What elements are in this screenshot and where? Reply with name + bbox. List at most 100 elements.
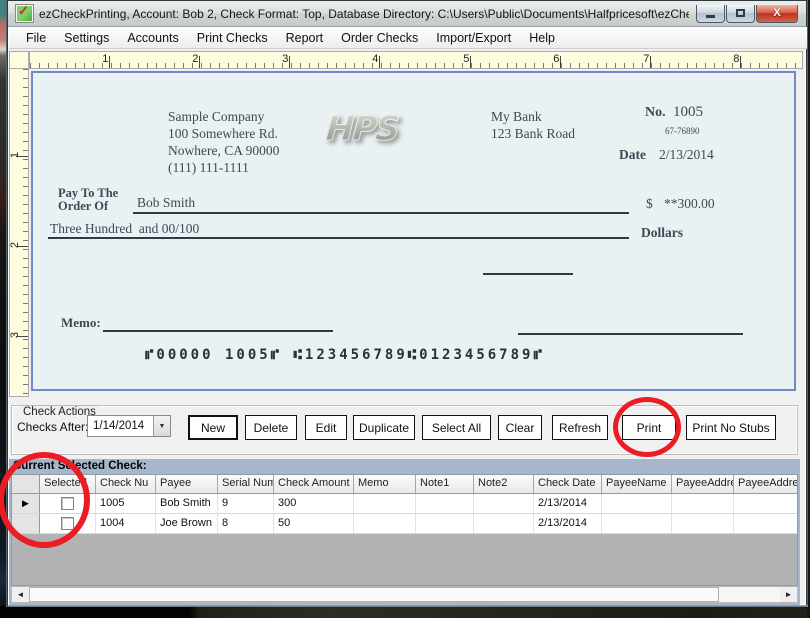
ruler-mark: 6 <box>553 53 559 65</box>
menu-file[interactable]: File <box>17 29 55 47</box>
dollar-sign: $ <box>646 196 653 212</box>
col-serial-num[interactable]: Serial Num <box>218 475 274 493</box>
amount-words: Three Hundred and 00/100 <box>50 221 199 237</box>
menu-help[interactable]: Help <box>520 29 564 47</box>
cell-memo[interactable] <box>354 494 416 514</box>
horizontal-scrollbar[interactable]: ◄ ► <box>11 586 798 603</box>
cell-check-date[interactable]: 2/13/2014 <box>534 514 602 534</box>
cell-check-number[interactable]: 1004 <box>96 514 156 534</box>
table-row[interactable]: 1004 Joe Brown 8 50 2/13/2014 <box>12 514 797 534</box>
annotation-circle-print <box>613 397 681 457</box>
select-all-button[interactable]: Select All <box>422 415 491 440</box>
vertical-ruler: 1 2 3 <box>9 69 29 397</box>
checks-grid: Selected Check Nu Payee Serial Num Check… <box>11 474 798 586</box>
ruler-mark: 3 <box>282 53 288 65</box>
cell-serial[interactable]: 8 <box>218 514 274 534</box>
company-name: Sample Company <box>168 108 279 125</box>
close-button[interactable]: X <box>756 5 798 23</box>
ruler-mark: 2 <box>192 53 198 65</box>
menu-import-export[interactable]: Import/Export <box>427 29 520 47</box>
print-no-stubs-button[interactable]: Print No Stubs <box>686 415 776 440</box>
ruler-mark: 7 <box>643 53 649 65</box>
pay-to-line2: Order Of <box>58 200 118 213</box>
col-payee-name[interactable]: PayeeName <box>602 475 672 493</box>
window-bottom-border <box>8 605 808 607</box>
new-button[interactable]: New <box>188 415 238 440</box>
cell-amount[interactable]: 50 <box>274 514 354 534</box>
cell-note1[interactable] <box>416 494 474 514</box>
scrollbar-thumb[interactable] <box>29 587 719 602</box>
hps-logo: HPS <box>325 109 400 149</box>
cell-payee-addr2[interactable] <box>734 514 798 534</box>
menu-order-checks[interactable]: Order Checks <box>332 29 427 47</box>
cell-payee-addr1[interactable] <box>672 514 734 534</box>
check-number: 1005 <box>673 104 703 121</box>
minimize-button[interactable] <box>696 5 725 23</box>
maximize-icon <box>736 9 745 17</box>
checks-after-dropdown[interactable]: 1/14/2014 ▼ <box>87 415 171 437</box>
menu-accounts[interactable]: Accounts <box>118 29 187 47</box>
cell-check-date[interactable]: 2/13/2014 <box>534 494 602 514</box>
col-payee-addr2[interactable]: PayeeAddre <box>734 475 798 493</box>
cell-serial[interactable]: 9 <box>218 494 274 514</box>
cell-payee-name[interactable] <box>602 494 672 514</box>
col-check-number[interactable]: Check Nu <box>96 475 156 493</box>
menu-print-checks[interactable]: Print Checks <box>188 29 277 47</box>
cell-payee[interactable]: Joe Brown <box>156 514 218 534</box>
payee-underline <box>133 212 629 214</box>
bank-address: 123 Bank Road <box>491 125 575 142</box>
cell-check-number[interactable]: 1005 <box>96 494 156 514</box>
scrollbar-track[interactable] <box>719 587 780 602</box>
menu-report[interactable]: Report <box>277 29 333 47</box>
edit-button[interactable]: Edit <box>305 415 347 440</box>
cell-amount[interactable]: 300 <box>274 494 354 514</box>
company-address2: Nowhere, CA 90000 <box>168 142 279 159</box>
check-date: 2/13/2014 <box>659 147 714 163</box>
col-check-date[interactable]: Check Date <box>534 475 602 493</box>
company-address1: 100 Somewhere Rd. <box>168 125 279 142</box>
memo-underline <box>103 330 333 332</box>
menu-settings[interactable]: Settings <box>55 29 118 47</box>
amount-numeric: **300.00 <box>664 196 715 212</box>
clear-button[interactable]: Clear <box>498 415 542 440</box>
ruler-mark: 1 <box>102 53 108 65</box>
desktop-edge-bottom <box>0 606 810 618</box>
col-payee[interactable]: Payee <box>156 475 218 493</box>
cell-payee-addr2[interactable] <box>734 494 798 514</box>
app-window: ezCheckPrinting, Account: Bob 2, Check F… <box>7 0 807 606</box>
menu-bar: File Settings Accounts Print Checks Repo… <box>9 27 807 49</box>
check-preview: Sample Company 100 Somewhere Rd. Nowhere… <box>31 71 796 391</box>
cell-payee-addr1[interactable] <box>672 494 734 514</box>
cell-memo[interactable] <box>354 514 416 534</box>
app-icon <box>16 5 33 22</box>
ruler-mark: 2 <box>9 242 21 248</box>
cell-note1[interactable] <box>416 514 474 534</box>
checks-after-value: 1/14/2014 <box>88 420 153 432</box>
horizontal-ruler: 1 2 3 4 5 6 7 8 <box>29 51 803 69</box>
amount-words-underline <box>48 237 629 239</box>
scroll-right-icon[interactable]: ► <box>780 587 797 602</box>
cell-payee[interactable]: Bob Smith <box>156 494 218 514</box>
duplicate-button[interactable]: Duplicate <box>353 415 415 440</box>
ruler-mark: 5 <box>463 53 469 65</box>
chevron-down-icon[interactable]: ▼ <box>153 416 170 436</box>
check-actions-panel: Check Actions Checks After: 1/14/2014 ▼ … <box>9 399 800 457</box>
delete-button[interactable]: Delete <box>245 415 297 440</box>
table-row[interactable]: ▶ 1005 Bob Smith 9 300 2/13/2014 <box>12 494 797 514</box>
date-label: Date <box>619 147 646 163</box>
col-note2[interactable]: Note2 <box>474 475 534 493</box>
col-note1[interactable]: Note1 <box>416 475 474 493</box>
bank-name: My Bank <box>491 108 575 125</box>
col-payee-addr1[interactable]: PayeeAddre <box>672 475 734 493</box>
maximize-button[interactable] <box>726 5 755 23</box>
cell-note2[interactable] <box>474 494 534 514</box>
title-bar[interactable]: ezCheckPrinting, Account: Bob 2, Check F… <box>8 1 806 27</box>
col-check-amount[interactable]: Check Amount <box>274 475 354 493</box>
refresh-button[interactable]: Refresh <box>552 415 608 440</box>
col-memo[interactable]: Memo <box>354 475 416 493</box>
cell-payee-name[interactable] <box>602 514 672 534</box>
dollars-label: Dollars <box>641 225 683 241</box>
scroll-left-icon[interactable]: ◄ <box>12 587 29 602</box>
cell-note2[interactable] <box>474 514 534 534</box>
pay-to-label: Pay To The Order Of <box>58 187 118 213</box>
